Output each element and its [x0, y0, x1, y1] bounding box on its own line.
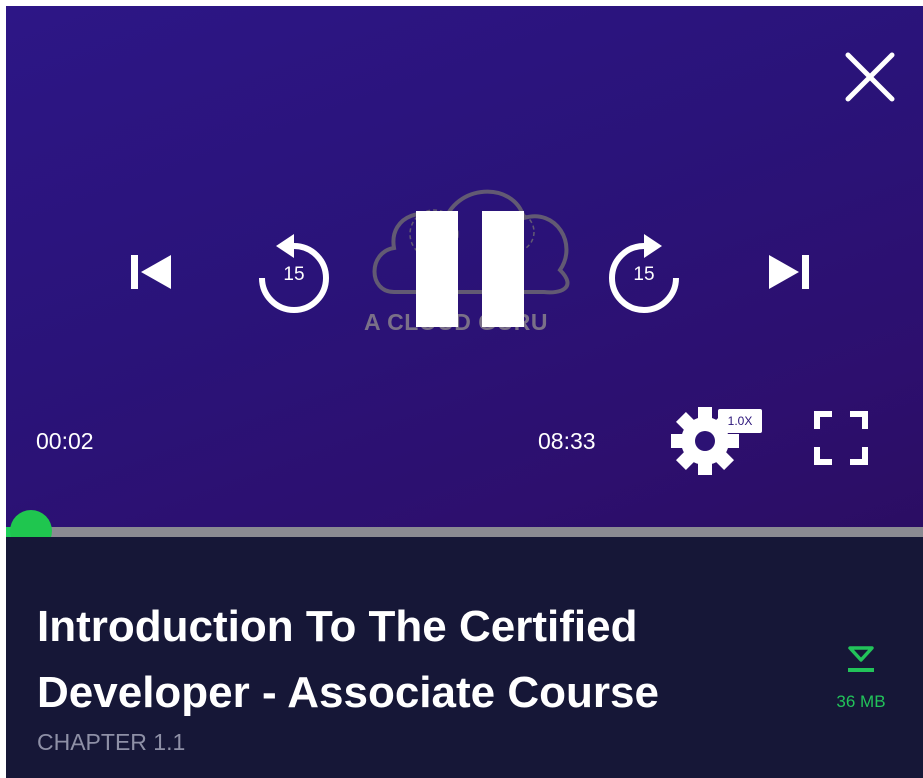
- forward-15-button[interactable]: 15: [604, 234, 684, 314]
- progress-track[interactable]: [6, 527, 923, 537]
- skip-previous-icon[interactable]: [131, 253, 171, 291]
- video-player: A CLOUD GURU 15 15: [6, 6, 923, 778]
- playback-speed-badge[interactable]: 1.0X: [718, 409, 762, 433]
- fullscreen-icon[interactable]: [814, 411, 868, 465]
- current-time: 00:02: [36, 428, 94, 454]
- forward-seconds-label: 15: [633, 264, 655, 285]
- rewind-seconds-label: 15: [283, 264, 305, 285]
- rewind-15-button[interactable]: 15: [254, 234, 334, 314]
- download-icon: [848, 646, 874, 672]
- lesson-title: Introduction To The Certified Developer …: [37, 602, 659, 717]
- pause-button[interactable]: [416, 211, 524, 327]
- video-area[interactable]: A CLOUD GURU 15 15: [6, 6, 923, 529]
- duration: 08:33: [538, 428, 596, 454]
- download-size: 36 MB: [836, 692, 886, 711]
- skip-next-icon[interactable]: [769, 253, 809, 291]
- close-icon[interactable]: [844, 51, 896, 103]
- chapter-label: CHAPTER 1.1: [37, 729, 186, 755]
